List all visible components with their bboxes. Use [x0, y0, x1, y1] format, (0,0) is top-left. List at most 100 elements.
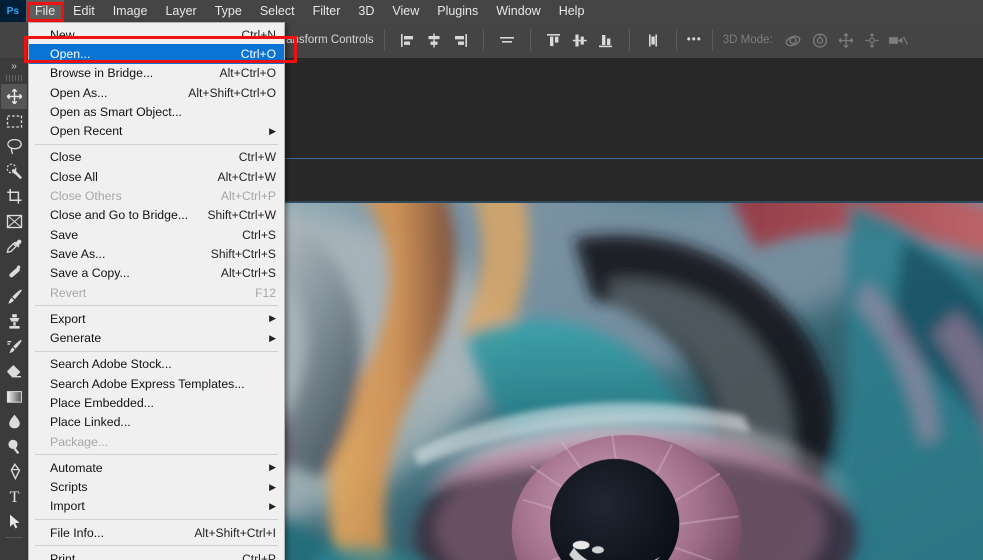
menubar-item-view[interactable]: View	[383, 0, 428, 22]
align-horizontal-centers-icon[interactable]	[421, 29, 447, 51]
menu-item-label: Open...	[50, 46, 91, 61]
horizontal-type-tool[interactable]: T	[1, 484, 27, 509]
menu-item-label: Close All	[50, 169, 98, 184]
menu-item-close-and-go-to-bridge[interactable]: Close and Go to Bridge... Shift+Ctrl+W	[29, 206, 284, 225]
tools-panel: » T	[0, 58, 28, 560]
menu-item-place-linked[interactable]: Place Linked...	[29, 413, 284, 432]
menu-item-browse-in-bridge[interactable]: Browse in Bridge... Alt+Ctrl+O	[29, 64, 284, 83]
menu-item-import[interactable]: Import ▶	[29, 497, 284, 516]
align-vertical-centers-icon[interactable]	[567, 29, 593, 51]
3d-roll-icon	[807, 29, 833, 51]
menu-item-open-as-smart-object[interactable]: Open as Smart Object...	[29, 102, 284, 121]
toolbar-drag-handle[interactable]	[6, 75, 22, 81]
align-bottom-edges-icon[interactable]	[593, 29, 619, 51]
menu-item-shortcut: Alt+Shift+Ctrl+I	[194, 525, 276, 540]
blur-tool[interactable]	[1, 409, 27, 434]
menu-item-export[interactable]: Export ▶	[29, 309, 284, 328]
menu-item-label: Export	[50, 311, 86, 326]
menu-item-label: Generate	[50, 331, 102, 346]
history-brush-tool[interactable]	[1, 334, 27, 359]
menu-item-label: Save As...	[50, 246, 106, 261]
menu-item-shortcut: Ctrl+O	[240, 46, 276, 61]
menu-item-label: Automate	[50, 460, 103, 475]
menu-separator	[35, 143, 278, 145]
menu-item-shortcut: Alt+Ctrl+O	[219, 66, 276, 81]
eyedropper-tool[interactable]	[1, 234, 27, 259]
options-separator-5	[675, 29, 677, 51]
3d-orbit-icon	[781, 29, 807, 51]
gradient-tool[interactable]	[1, 384, 27, 409]
menu-item-file-info[interactable]: File Info... Alt+Shift+Ctrl+I	[29, 523, 284, 542]
crop-tool[interactable]	[1, 184, 27, 209]
menu-item-close-all[interactable]: Close All Alt+Ctrl+W	[29, 167, 284, 186]
menu-item-search-adobe-stock[interactable]: Search Adobe Stock...	[29, 355, 284, 374]
menu-separator	[35, 350, 278, 352]
clone-stamp-tool[interactable]	[1, 309, 27, 334]
menu-item-shortcut: Alt+Shift+Ctrl+O	[188, 85, 276, 100]
submenu-arrow-icon: ▶	[269, 462, 276, 473]
menu-item-open-recent[interactable]: Open Recent ▶	[29, 121, 284, 140]
menubar-item-window[interactable]: Window	[487, 0, 549, 22]
submenu-arrow-icon: ▶	[269, 125, 276, 136]
menubar-item-file[interactable]: File	[26, 0, 65, 22]
menubar-item-help[interactable]: Help	[550, 0, 594, 22]
photoshop-window: Ps File Edit Image Layer Type Select Filter 3D V…	[0, 0, 983, 560]
menu-item-open-as[interactable]: Open As... Alt+Shift+Ctrl+O	[29, 83, 284, 102]
menu-item-save-a-copy[interactable]: Save a Copy... Alt+Ctrl+S	[29, 264, 284, 283]
menu-item-label: Revert	[50, 285, 87, 300]
brush-tool[interactable]	[1, 284, 27, 309]
menu-item-close[interactable]: Close Ctrl+W	[29, 148, 284, 167]
distribute-horizontal-icon[interactable]	[494, 29, 520, 51]
menu-item-shortcut: Ctrl+S	[242, 227, 276, 242]
expand-toolbar-button[interactable]: »	[1, 60, 27, 73]
menu-item-save[interactable]: Save Ctrl+S	[29, 225, 284, 244]
menubar-item-select[interactable]: Select	[251, 0, 304, 22]
menubar-item-edit[interactable]: Edit	[64, 0, 104, 22]
menu-item-search-adobe-express-templates[interactable]: Search Adobe Express Templates...	[29, 374, 284, 393]
3d-mode-label: 3D Mode:	[722, 34, 773, 46]
menu-item-automate[interactable]: Automate ▶	[29, 458, 284, 477]
eraser-tool[interactable]	[1, 359, 27, 384]
menu-item-new[interactable]: New... Ctrl+N	[29, 25, 284, 44]
lasso-tool[interactable]	[1, 134, 27, 159]
document-canvas-artwork[interactable]	[285, 203, 983, 560]
more-options-button[interactable]: •••	[687, 34, 702, 46]
menu-item-label: Close and Go to Bridge...	[50, 208, 189, 223]
menu-item-shortcut: Alt+Ctrl+W	[217, 169, 276, 184]
menu-item-generate[interactable]: Generate ▶	[29, 328, 284, 347]
rectangular-marquee-tool[interactable]	[1, 109, 27, 134]
menu-item-label: Package...	[50, 434, 109, 449]
menu-bar: Ps File Edit Image Layer Type Select Filter 3D V…	[0, 0, 983, 22]
move-tool[interactable]	[1, 84, 27, 109]
dodge-tool[interactable]	[1, 434, 27, 459]
align-right-edges-icon[interactable]	[447, 29, 473, 51]
menu-item-label: Close Others	[50, 189, 122, 204]
menu-item-open[interactable]: Open... Ctrl+O	[29, 44, 284, 64]
menubar-item-3d[interactable]: 3D	[349, 0, 383, 22]
file-menu-dropdown[interactable]: New... Ctrl+N Open... Ctrl+O Browse in Bridg…	[28, 22, 285, 560]
distribute-vertical-icon[interactable]	[640, 29, 666, 51]
menubar-item-type[interactable]: Type	[206, 0, 251, 22]
menu-item-scripts[interactable]: Scripts ▶	[29, 478, 284, 497]
options-separator-4	[628, 29, 630, 51]
menu-item-place-embedded[interactable]: Place Embedded...	[29, 393, 284, 412]
3d-pan-icon	[833, 29, 859, 51]
align-left-edges-icon[interactable]	[395, 29, 421, 51]
svg-text:T: T	[9, 489, 19, 505]
quick-selection-tool[interactable]	[1, 159, 27, 184]
menubar-item-filter[interactable]: Filter	[304, 0, 350, 22]
frame-tool[interactable]	[1, 209, 27, 234]
menu-item-shortcut: Ctrl+N	[241, 27, 276, 42]
menu-item-print[interactable]: Print... Ctrl+P	[29, 549, 284, 560]
menubar-item-plugins[interactable]: Plugins	[428, 0, 487, 22]
menu-item-shortcut: Shift+Ctrl+W	[207, 208, 276, 223]
menu-item-save-as[interactable]: Save As... Shift+Ctrl+S	[29, 244, 284, 263]
menubar-item-image[interactable]: Image	[104, 0, 157, 22]
pen-tool[interactable]	[1, 459, 27, 484]
path-selection-tool[interactable]	[1, 509, 27, 534]
spot-healing-brush-tool[interactable]	[1, 259, 27, 284]
menubar-item-layer[interactable]: Layer	[156, 0, 205, 22]
align-top-edges-icon[interactable]	[541, 29, 567, 51]
menu-separator	[35, 454, 278, 456]
options-separator-6	[711, 29, 713, 51]
